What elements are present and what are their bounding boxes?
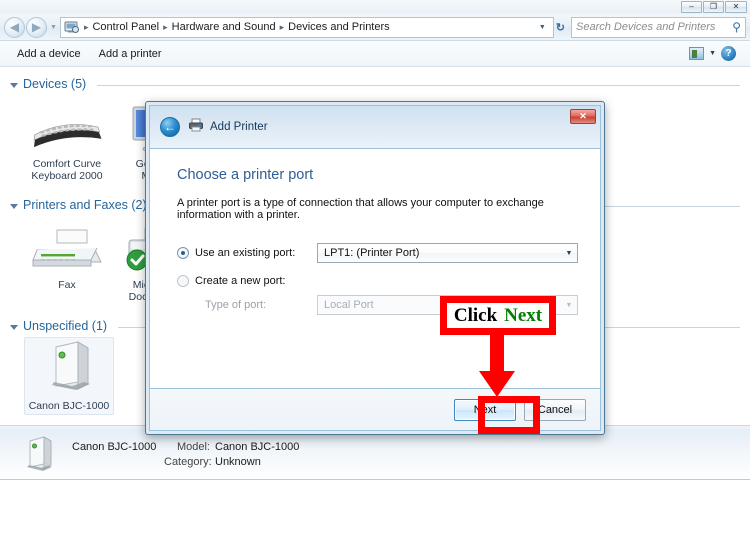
breadcrumb-separator: ▸: [163, 21, 168, 32]
device-comfort-curve-keyboard-2000[interactable]: Comfort Curve Keyboard 2000: [24, 95, 110, 184]
close-button[interactable]: ✕: [725, 1, 747, 13]
maximize-restore-button[interactable]: ❐: [703, 1, 724, 13]
help-icon[interactable]: ?: [721, 46, 736, 61]
breadcrumb: ▸ Control Panel ▸ Hardware and Sound ▸ D…: [81, 21, 534, 33]
back-button[interactable]: ◀: [4, 16, 25, 38]
recent-pages-chevron-down-icon[interactable]: ▼: [50, 24, 57, 31]
fax-icon: [27, 220, 107, 276]
dialog-title-bar: ← Add Printer ✕: [150, 106, 600, 148]
annotation-highlight-next-button: [478, 396, 540, 434]
create-new-port-label: Create a new port:: [195, 275, 286, 287]
annotation-word-next: Next: [504, 304, 543, 326]
keyboard-icon: [29, 99, 105, 155]
details-text: Canon BJC-1000 Model: Canon BJC-1000 Cat…: [72, 440, 299, 470]
group-divider: [97, 85, 740, 86]
breadcrumb-separator: ▸: [83, 21, 89, 32]
details-category-label: Category:: [164, 455, 212, 468]
add-printer-dialog: ← Add Printer ✕ Choose a printer port A …: [145, 101, 605, 435]
forward-button[interactable]: ▶: [26, 16, 47, 38]
collapse-triangle-icon[interactable]: [10, 325, 18, 330]
command-bar-right: ▼ ?: [689, 46, 742, 61]
create-new-port-radio[interactable]: Create a new port:: [177, 275, 317, 287]
device-label: Canon BJC-1000: [28, 400, 110, 412]
details-row-category: Category: Unknown: [72, 455, 299, 470]
use-existing-port-radio[interactable]: Use an existing port:: [177, 247, 317, 259]
navigation-buttons: ◀ ▶: [4, 16, 47, 38]
breadcrumb-separator: ▸: [279, 21, 285, 32]
existing-port-value: LPT1: (Printer Port): [324, 247, 420, 259]
radio-icon: [177, 247, 189, 259]
printer-icon: [188, 118, 204, 137]
refresh-icon[interactable]: ↻: [554, 21, 569, 34]
details-device-name: Canon BJC-1000: [72, 440, 157, 453]
dialog-title: Add Printer: [210, 121, 268, 133]
add-a-device-button[interactable]: Add a device: [8, 45, 90, 63]
dialog-inner: ← Add Printer ✕ Choose a printer port A …: [149, 105, 601, 431]
device-tower-icon: [18, 435, 60, 475]
window-title-strip: – ❐ ✕: [0, 0, 750, 14]
search-placeholder: Search Devices and Printers: [576, 21, 716, 33]
dialog-description: A printer port is a type of connection t…: [177, 197, 544, 221]
details-model-value: Canon BJC-1000: [215, 440, 300, 453]
screen: – ❐ ✕ ◀ ▶ ▼ ▸ Control Panel ▸ Hardware a…: [0, 0, 750, 534]
new-port-row: Create a new port:: [177, 275, 578, 287]
address-chevron-down-icon[interactable]: ▼: [534, 24, 551, 31]
back-arrow-icon[interactable]: ←: [160, 117, 180, 137]
existing-port-row: Use an existing port: LPT1: (Printer Por…: [177, 243, 578, 263]
dialog-close-button[interactable]: ✕: [570, 109, 596, 124]
device-canon-bjc-1000[interactable]: Canon BJC-1000: [24, 337, 114, 415]
device-label: Comfort Curve Keyboard 2000: [31, 158, 103, 182]
search-icon: ⚲: [732, 20, 741, 34]
breadcrumb-item-control-panel[interactable]: Control Panel: [91, 21, 160, 33]
use-existing-port-label: Use an existing port:: [195, 247, 296, 259]
address-bar: ◀ ▶ ▼ ▸ Control Panel ▸ Hardware and Sou…: [0, 14, 750, 41]
radio-icon: [177, 275, 189, 287]
device-fax[interactable]: Fax: [24, 216, 110, 305]
details-model-label: Model:: [176, 440, 210, 453]
annotation-arrow-icon: [479, 335, 515, 397]
existing-port-select[interactable]: LPT1: (Printer Port) ▼: [317, 243, 578, 263]
collapse-triangle-icon[interactable]: [10, 83, 18, 88]
breadcrumb-item-hardware-and-sound[interactable]: Hardware and Sound: [171, 21, 277, 33]
chevron-down-icon: ▼: [565, 249, 573, 257]
change-view-icon[interactable]: [689, 47, 705, 60]
device-tower-icon: [42, 341, 96, 397]
group-header-devices[interactable]: Devices (5): [10, 77, 740, 91]
control-panel-icon: [64, 20, 79, 34]
window-controls: – ❐ ✕: [681, 1, 747, 13]
group-title-devices: Devices (5): [23, 77, 87, 91]
details-category-value: Unknown: [215, 455, 261, 468]
details-row-name: Canon BJC-1000 Model: Canon BJC-1000: [72, 440, 299, 455]
chevron-down-icon: ▼: [565, 301, 573, 309]
dialog-body: Choose a printer port A printer port is …: [150, 148, 600, 389]
annotation-word-click: Click: [453, 304, 498, 326]
view-chevron-down-icon[interactable]: ▼: [709, 50, 716, 57]
command-bar: Add a device Add a printer ▼ ?: [0, 41, 750, 67]
group-title-printers-and-faxes: Printers and Faxes (2): [23, 198, 147, 212]
group-title-unspecified: Unspecified (1): [23, 319, 108, 333]
add-a-printer-button[interactable]: Add a printer: [90, 45, 171, 63]
device-label: Fax: [58, 279, 76, 291]
dialog-heading: Choose a printer port: [177, 167, 314, 183]
address-field[interactable]: ▸ Control Panel ▸ Hardware and Sound ▸ D…: [59, 16, 554, 38]
search-input[interactable]: Search Devices and Printers ⚲: [571, 16, 746, 38]
breadcrumb-item-devices-and-printers[interactable]: Devices and Printers: [287, 21, 391, 33]
type-of-port-label: Type of port:: [205, 299, 267, 311]
collapse-triangle-icon[interactable]: [10, 204, 18, 209]
minimize-button[interactable]: –: [681, 1, 702, 13]
annotation-callout: Click Next: [440, 296, 556, 335]
